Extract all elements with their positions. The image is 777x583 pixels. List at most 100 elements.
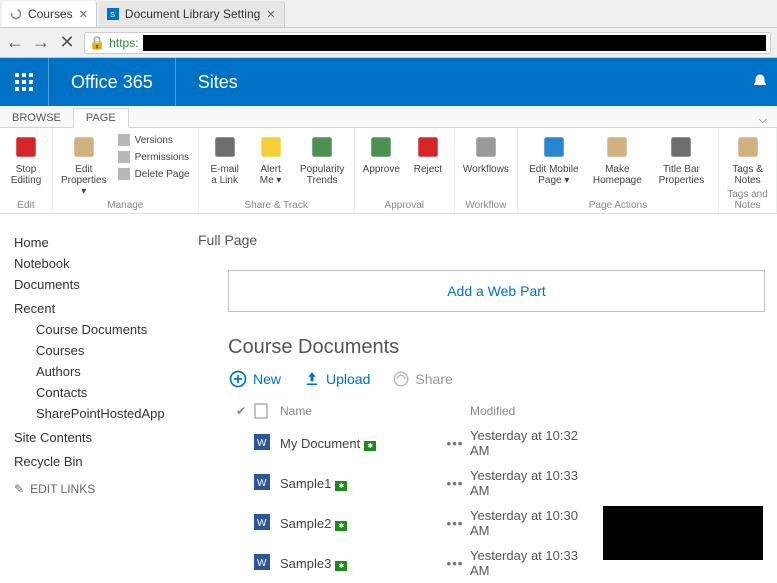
doclib-toolbar: New Upload Share [228, 369, 765, 389]
browser-tab-active[interactable]: Courses ✕ [2, 1, 97, 27]
nav-item-recent[interactable]: Contacts [14, 382, 180, 403]
item-menu-button[interactable]: ••• [440, 556, 470, 571]
select-all-checkbox[interactable]: ✔ [228, 404, 254, 418]
header-modified[interactable]: Modified [470, 404, 600, 418]
ribbon-icon [13, 132, 39, 162]
upload-button[interactable]: Upload [303, 370, 370, 388]
spinner-icon [10, 8, 22, 20]
ribbon-group-label: Share & Track [203, 199, 350, 213]
add-webpart-button[interactable]: Add a Web Part [228, 270, 765, 312]
svg-text:W: W [257, 438, 267, 449]
versions-icon [117, 133, 131, 147]
nav-item[interactable]: Recycle Bin [14, 448, 180, 472]
ribbon-button[interactable]: Title Bar Properties [649, 130, 714, 188]
share-label: Share [415, 371, 452, 387]
suite-brand[interactable]: Office 365 [49, 58, 175, 106]
plus-circle-icon [228, 369, 248, 389]
new-button[interactable]: New [228, 369, 281, 389]
ribbon-button-label: Edit Mobile Page ▾ [526, 164, 582, 186]
header-name[interactable]: Name [280, 404, 440, 418]
redacted-block [603, 506, 763, 560]
notifications-icon[interactable] [751, 73, 769, 91]
ribbon-button[interactable]: Popularity Trends [295, 130, 350, 188]
ribbon-button-label: Title Bar Properties [653, 164, 710, 186]
main-content: Full Page Add a Web Part Course Document… [180, 214, 777, 530]
list-item[interactable]: WMy Document✱•••Yesterday at 10:32 AM [228, 423, 728, 463]
file-name[interactable]: My Document✱ [280, 436, 440, 451]
word-doc-icon: W [254, 434, 280, 453]
file-name[interactable]: Sample1✱ [280, 476, 440, 491]
header-type-icon[interactable] [254, 403, 280, 419]
nav-item-recent[interactable]: SharePointHostedApp [14, 403, 180, 424]
ribbon-group-label: Tags and Notes [723, 188, 772, 213]
ribbon-button-small[interactable]: Delete Page [115, 166, 192, 182]
tab-browse[interactable]: BROWSE [0, 109, 73, 127]
address-field[interactable]: 🔒 https: [84, 32, 771, 54]
file-name[interactable]: Sample2✱ [280, 516, 440, 531]
nav-item[interactable]: Site Contents [14, 424, 180, 448]
item-menu-button[interactable]: ••• [440, 516, 470, 531]
left-nav: HomeNotebookDocuments Recent Course Docu… [0, 214, 180, 530]
ribbon-group-label: Edit [4, 199, 48, 213]
back-button[interactable]: ← [6, 34, 24, 52]
reload-button[interactable]: ✕ [58, 34, 76, 52]
ribbon-group-label: Workflow [459, 199, 513, 213]
ribbon-button[interactable]: Stop Editing [4, 130, 48, 188]
nav-item-recent[interactable]: Courses [14, 340, 180, 361]
ribbon-button[interactable]: Make Homepage [588, 130, 647, 188]
ribbon-button-label: Permissions [135, 152, 189, 163]
ribbon-button-small[interactable]: Permissions [115, 149, 192, 165]
ribbon-icon [668, 132, 694, 162]
ribbon-button[interactable]: Tags & Notes [723, 130, 772, 188]
ribbon-icon [473, 132, 499, 162]
nav-item[interactable]: Home [14, 232, 180, 253]
ribbon-group: Workflows Workflow [455, 128, 518, 213]
forward-button[interactable]: → [32, 34, 50, 52]
nav-item[interactable]: Notebook [14, 253, 180, 274]
suite-app[interactable]: Sites [176, 58, 260, 106]
ribbon-button[interactable]: Edit Properties ▾ [57, 130, 111, 199]
app-launcher-button[interactable] [0, 58, 48, 106]
pencil-icon: ✎ [14, 482, 24, 496]
ribbon-group: Edit Mobile Page ▾ Make Homepage Title Bar… [518, 128, 719, 213]
new-badge-icon: ✱ [335, 521, 347, 531]
file-name[interactable]: Sample3✱ [280, 556, 440, 571]
nav-item[interactable]: Documents [14, 274, 180, 295]
ribbon-button[interactable]: E-mail a Link [203, 130, 247, 188]
contextual-tab-row: BROWSE PAGE ⌵ [0, 106, 777, 128]
ribbon-collapse-icon[interactable]: ⌵ [759, 114, 777, 127]
ribbon-button-small[interactable]: Versions [115, 132, 192, 148]
item-menu-button[interactable]: ••• [440, 476, 470, 491]
share-button[interactable]: Share [392, 370, 452, 388]
ribbon: Stop Editing Edit Edit Properties ▾Version… [0, 128, 777, 214]
item-menu-button[interactable]: ••• [440, 436, 470, 451]
ribbon-group: Tags & NotesTags and Notes [719, 128, 777, 213]
word-doc-icon: W [254, 554, 280, 573]
ribbon-button[interactable]: Workflows [459, 130, 513, 177]
ribbon-button-label: Reject [414, 164, 442, 175]
ribbon-icon [309, 132, 335, 162]
ribbon-icon [368, 132, 394, 162]
list-item[interactable]: WSample1✱•••Yesterday at 10:33 AM [228, 463, 728, 503]
webpart-title: Course Documents [228, 336, 765, 359]
upload-icon [303, 370, 321, 388]
ribbon-button[interactable]: Approve [359, 130, 404, 177]
browser-tab-inactive[interactable]: S Document Library Setting ✕ [99, 1, 285, 27]
ribbon-button[interactable]: Alert Me ▾ [249, 130, 293, 188]
url-protocol: https: [109, 36, 138, 50]
ribbon-group: E-mail a LinkAlert Me ▾Popularity Trends… [199, 128, 355, 213]
ribbon-icon [735, 132, 761, 162]
edit-links-button[interactable]: ✎ EDIT LINKS [14, 472, 180, 496]
nav-item-recent[interactable]: Authors [14, 361, 180, 382]
ribbon-icon [258, 132, 284, 162]
new-label: New [253, 371, 281, 387]
modified-date: Yesterday at 10:33 AM [470, 548, 600, 578]
nav-item-recent[interactable]: Course Documents [14, 319, 180, 340]
tab-page[interactable]: PAGE [73, 108, 129, 128]
ribbon-button[interactable]: Reject [406, 130, 450, 177]
ribbon-button-label: Tags & Notes [727, 164, 768, 186]
ribbon-group-label: Page Actions [522, 199, 714, 213]
close-icon[interactable]: ✕ [266, 8, 275, 21]
ribbon-button[interactable]: Edit Mobile Page ▾ [522, 130, 586, 188]
close-icon[interactable]: ✕ [79, 8, 88, 21]
